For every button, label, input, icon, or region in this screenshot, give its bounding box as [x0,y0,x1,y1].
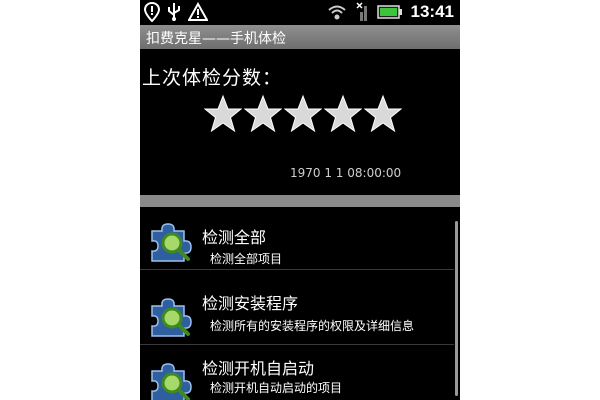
puzzle-magnifier-icon [151,298,192,337]
star-icon [204,94,242,133]
list-item-subtitle: 检测所有的安装程序的权限及详细信息 [210,319,415,333]
star-icon [284,94,322,133]
list-item-title: 检测安装程序 [202,294,299,313]
status-time: 13:41 [410,2,454,21]
last-check-date: 1970 1 1 08:00:00 [290,166,402,180]
star-icon [324,94,362,133]
battery-icon [376,5,402,19]
status-bar: 13:41 [140,0,460,25]
wifi-icon [327,5,346,20]
puzzle-magnifier-icon [151,223,192,262]
list-item-check-autostart[interactable]: 检测开机自启动 检测开机自动启动的项目 [140,347,454,400]
list-item-subtitle: 检测全部项目 [210,252,283,266]
status-bar-left [144,2,208,22]
last-score-label: 上次体检分数： [142,67,283,89]
star-icon [364,94,402,133]
star-icon [244,94,282,133]
list-item-title: 检测开机自启动 [202,359,315,378]
list-item-check-all[interactable]: 检测全部 检测全部项目 [140,207,454,270]
app-title: 扣费克星——手机体检 [146,31,286,47]
title-bar: 扣费克星——手机体检 [140,25,460,49]
status-bar-right: 13:41 [327,2,454,22]
list-scrollbar[interactable] [455,221,458,396]
warning-icon [188,2,208,21]
usb-icon [168,3,180,21]
phone-screen: 13:41 扣费克星——手机体检 上次体检分数： 1970 1 1 08:00:… [140,0,460,400]
list-item-subtitle: 检测开机自动启动的项目 [210,381,343,395]
check-list: 检测全部 检测全部项目 检测安装程序 检测所有的安装程序的权限及详细信息 检测开… [140,207,460,400]
no-signal-icon [355,2,367,21]
list-item-title: 检测全部 [202,228,267,247]
list-item-check-installed-apps[interactable]: 检测安装程序 检测所有的安装程序的权限及详细信息 [140,282,454,345]
star-rating [204,94,402,134]
location-pin-icon [144,2,160,22]
puzzle-magnifier-icon [151,363,192,400]
section-divider [140,195,460,207]
